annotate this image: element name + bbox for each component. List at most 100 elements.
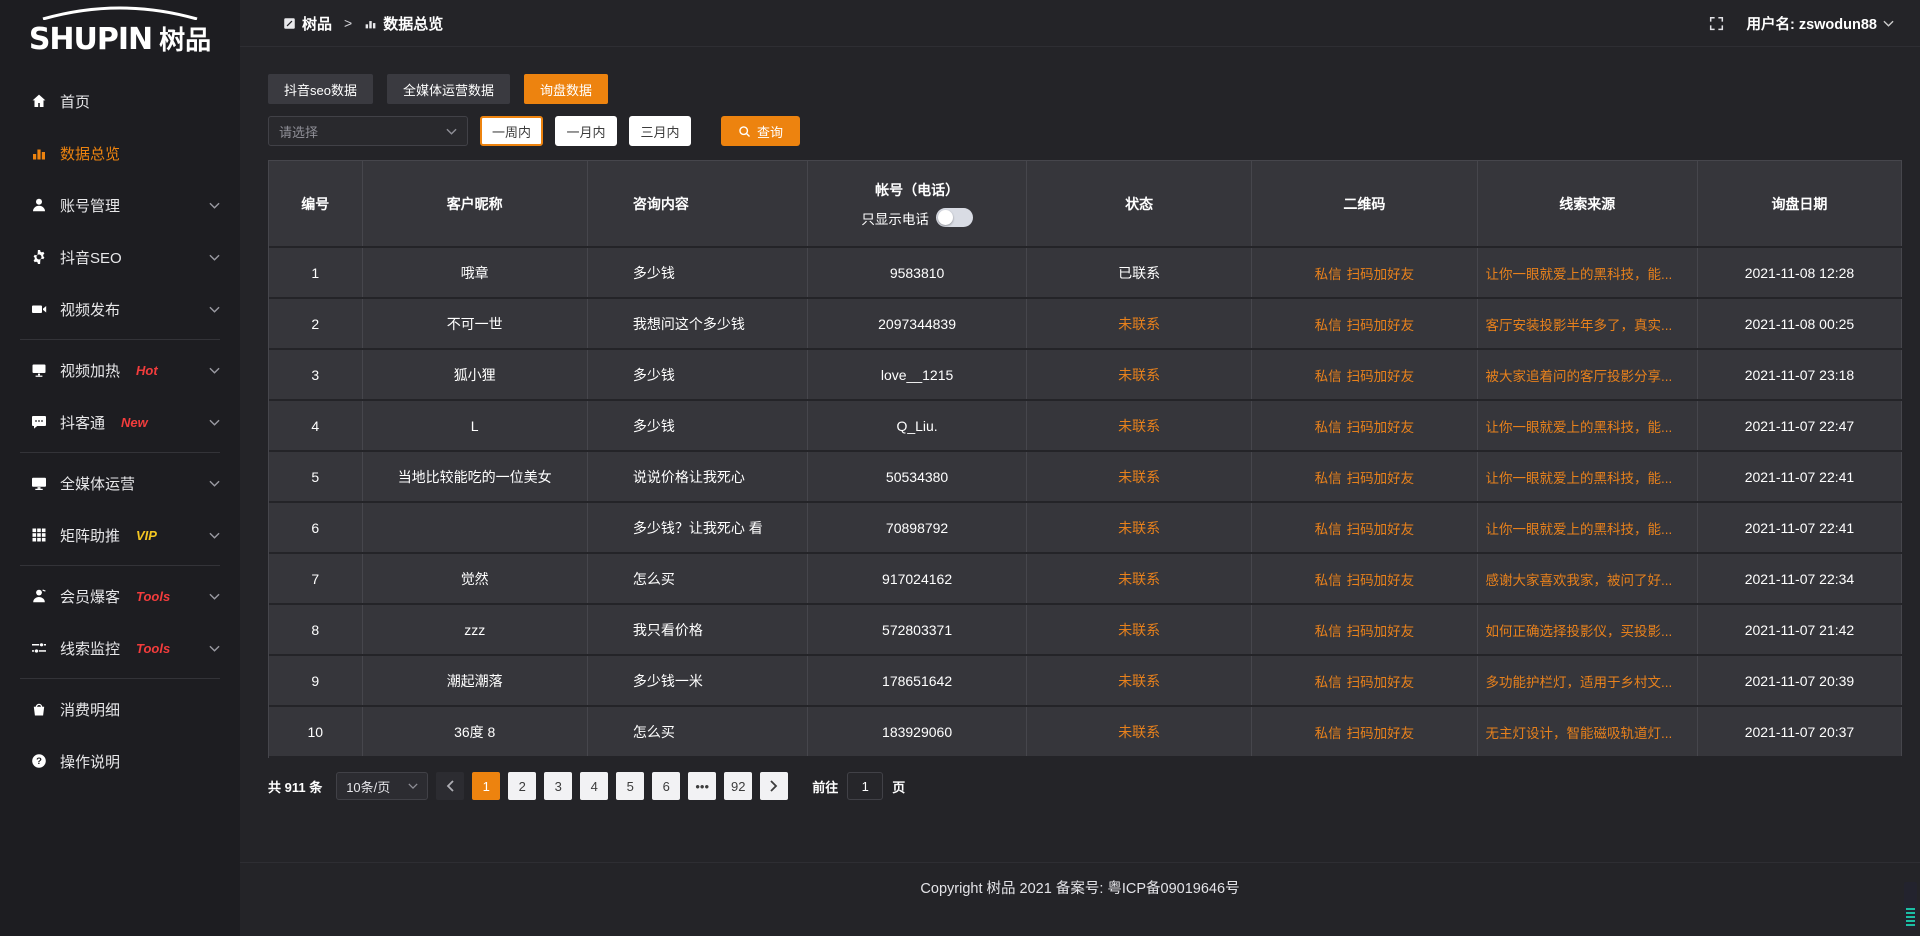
pager-ellipsis[interactable]: •••	[688, 772, 716, 800]
cell-source: 让你一眼就爱上的黑科技，能...	[1477, 502, 1697, 553]
sidebar-item-operation-guide[interactable]: ?操作说明	[0, 735, 240, 787]
floating-widget[interactable]	[1904, 882, 1917, 930]
sidebar-item-home[interactable]: 首页	[0, 75, 240, 127]
cell-status: 未联系	[1026, 349, 1251, 400]
source-link[interactable]: 感谢大家喜欢我家，被问了好...	[1486, 573, 1673, 588]
sidebar-item-douketong[interactable]: 抖客通New	[0, 396, 240, 448]
qr-action-link[interactable]: 扫码加好友	[1347, 267, 1415, 282]
qr-action-link[interactable]: 私信	[1315, 471, 1342, 486]
page-size-select[interactable]: 10条/页	[336, 772, 428, 800]
chat-icon	[30, 414, 47, 431]
cell-nickname: 不可一世	[362, 298, 587, 349]
qr-action-link[interactable]: 私信	[1315, 726, 1342, 741]
chevron-down-icon	[209, 306, 220, 313]
sidebar-item-omni-media[interactable]: 全媒体运营	[0, 457, 240, 509]
source-link[interactable]: 多功能护栏灯，适用于乡村文...	[1486, 675, 1673, 690]
page-button-1[interactable]: 1	[472, 772, 500, 800]
table-row: 8zzz我只看价格572803371未联系私信扫码加好友如何正确选择投影仪，买投…	[269, 604, 1902, 655]
qr-action-link[interactable]: 私信	[1315, 267, 1342, 282]
period-button-0[interactable]: 一周内	[480, 116, 543, 146]
tab-0[interactable]: 抖音seo数据	[268, 74, 373, 104]
source-link[interactable]: 让你一眼就爱上的黑科技，能...	[1486, 522, 1673, 537]
pagination: 共 911 条 10条/页 123456•••92 前往 页	[268, 772, 1902, 800]
status-badge: 未联系	[1118, 622, 1160, 638]
qr-action-link[interactable]: 私信	[1315, 573, 1342, 588]
page-button-6[interactable]: 6	[652, 772, 680, 800]
phone-only-label: 只显示电话	[861, 208, 929, 228]
qr-action-link[interactable]: 扫码加好友	[1347, 522, 1415, 537]
phone-only-toggle[interactable]	[936, 208, 973, 227]
sidebar-item-video-heat[interactable]: 视频加热Hot	[0, 344, 240, 396]
sidebar-item-consume-detail[interactable]: 消费明细	[0, 683, 240, 735]
qr-action-link[interactable]: 扫码加好友	[1347, 624, 1415, 639]
page-button-92[interactable]: 92	[724, 772, 752, 800]
qr-action-link[interactable]: 私信	[1315, 522, 1342, 537]
qr-action-link[interactable]: 私信	[1315, 318, 1342, 333]
goto-page-input[interactable]	[847, 772, 883, 800]
qr-action-link[interactable]: 私信	[1315, 420, 1342, 435]
search-button[interactable]: 查询	[721, 116, 800, 146]
status-badge: 未联系	[1118, 469, 1160, 485]
cell-date: 2021-11-07 22:41	[1697, 451, 1901, 502]
sidebar-item-video-publish[interactable]: 视频发布	[0, 283, 240, 335]
status-badge: 未联系	[1118, 724, 1160, 740]
qr-action-link[interactable]: 扫码加好友	[1347, 471, 1415, 486]
cell-date: 2021-11-07 21:42	[1697, 604, 1901, 655]
sidebar-item-clue-monitor[interactable]: 线索监控Tools	[0, 622, 240, 674]
page-button-2[interactable]: 2	[508, 772, 536, 800]
sidebar-item-data-overview[interactable]: 数据总览	[0, 127, 240, 179]
cell-content: 说说价格让我死心	[587, 451, 807, 502]
cell-source: 客厅安装投影半年多了，真实...	[1477, 298, 1697, 349]
fullscreen-icon[interactable]	[1709, 16, 1724, 31]
source-link[interactable]: 让你一眼就爱上的黑科技，能...	[1486, 471, 1673, 486]
tab-1[interactable]: 全媒体运营数据	[387, 74, 510, 104]
source-link[interactable]: 让你一眼就爱上的黑科技，能...	[1486, 420, 1673, 435]
source-link[interactable]: 客厅安装投影半年多了，真实...	[1486, 318, 1673, 333]
cell-status: 未联系	[1026, 604, 1251, 655]
qr-action-link[interactable]: 扫码加好友	[1347, 369, 1415, 384]
period-button-1[interactable]: 一月内	[555, 116, 617, 146]
menu-divider	[20, 452, 220, 453]
source-link[interactable]: 如何正确选择投影仪，买投影...	[1486, 624, 1673, 639]
sidebar-item-matrix-boost[interactable]: 矩阵助推VIP	[0, 509, 240, 561]
tab-2[interactable]: 询盘数据	[524, 74, 608, 104]
sidebar-item-douyin-seo[interactable]: 抖音SEO	[0, 231, 240, 283]
goto-suffix: 页	[892, 777, 905, 796]
qr-action-link[interactable]: 扫码加好友	[1347, 420, 1415, 435]
cell-content: 多少钱	[587, 247, 807, 298]
source-link[interactable]: 被大家追着问的客厅投影分享...	[1486, 369, 1673, 384]
cell-status: 已联系	[1026, 247, 1251, 298]
user-menu[interactable]: 用户名: zswodun88	[1746, 13, 1894, 34]
breadcrumb-home[interactable]: 树品	[302, 13, 332, 34]
cell-nickname: 潮起潮落	[362, 655, 587, 706]
qr-action-link[interactable]: 私信	[1315, 624, 1342, 639]
main-area: 树品 > 数据总览 用户名: zswodun88 抖音seo数据全媒体运营数据询…	[240, 0, 1920, 936]
sidebar-item-member-baoke[interactable]: 会员爆客Tools	[0, 570, 240, 622]
table-row: 3狐小狸多少钱love__1215未联系私信扫码加好友被大家追着问的客厅投影分享…	[269, 349, 1902, 400]
search-icon	[738, 125, 751, 138]
data-tabs: 抖音seo数据全媒体运营数据询盘数据	[268, 74, 1902, 104]
cell-content: 我想问这个多少钱	[587, 298, 807, 349]
cell-qrcode: 私信扫码加好友	[1252, 655, 1477, 706]
user-icon	[30, 197, 47, 214]
qr-action-link[interactable]: 私信	[1315, 675, 1342, 690]
chevron-right-icon	[770, 780, 778, 792]
qr-action-link[interactable]: 私信	[1315, 369, 1342, 384]
cell-id: 7	[269, 553, 362, 604]
sidebar-item-account-manage[interactable]: 账号管理	[0, 179, 240, 231]
qr-action-link[interactable]: 扫码加好友	[1347, 318, 1415, 333]
page-button-3[interactable]: 3	[544, 772, 572, 800]
filter-select[interactable]: 请选择	[268, 116, 468, 146]
qr-action-link[interactable]: 扫码加好友	[1347, 726, 1415, 741]
qr-action-link[interactable]: 扫码加好友	[1347, 675, 1415, 690]
page-button-4[interactable]: 4	[580, 772, 608, 800]
status-badge: 已联系	[1118, 265, 1160, 281]
period-button-2[interactable]: 三月内	[629, 116, 691, 146]
page-button-5[interactable]: 5	[616, 772, 644, 800]
next-page-button[interactable]	[760, 772, 788, 800]
qr-action-link[interactable]: 扫码加好友	[1347, 573, 1415, 588]
prev-page-button[interactable]	[436, 772, 464, 800]
source-link[interactable]: 无主灯设计，智能磁吸轨道灯...	[1486, 726, 1673, 741]
menu-badge: VIP	[136, 528, 157, 543]
source-link[interactable]: 让你一眼就爱上的黑科技，能...	[1486, 267, 1673, 282]
